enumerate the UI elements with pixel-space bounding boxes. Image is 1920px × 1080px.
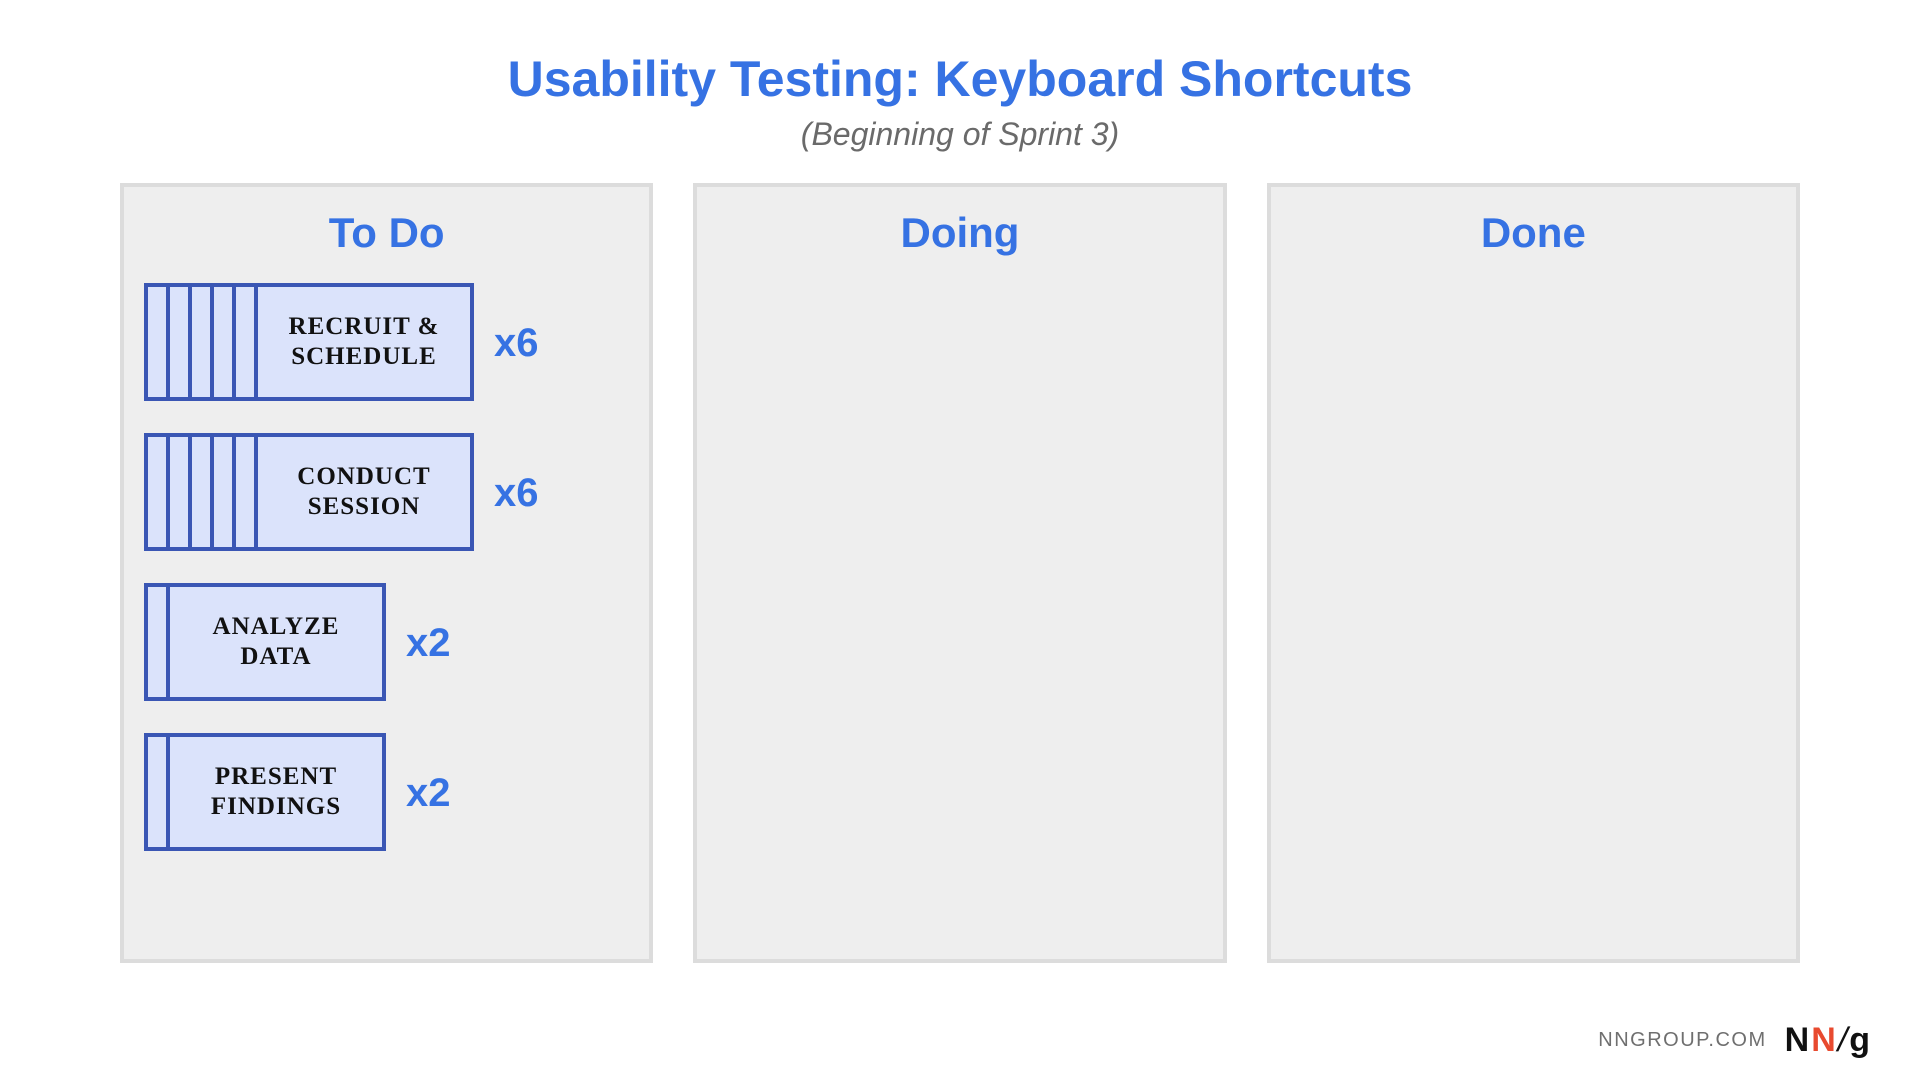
task-row: PRESENT FINDINGS x2 [144, 733, 629, 853]
column-done: Done [1267, 183, 1800, 963]
task-label: PRESENT FINDINGS [211, 762, 341, 822]
task-label: ANALYZE DATA [213, 612, 340, 672]
task-row: CONDUCT SESSION x6 [144, 433, 629, 553]
kanban-board: To Do RECRUIT & SCHEDULEx6CONDUCT SESSIO… [60, 183, 1860, 963]
task-label: CONDUCT SESSION [297, 462, 430, 522]
column-title: Doing [717, 209, 1202, 257]
logo-n1: N [1785, 1021, 1810, 1060]
card-stack[interactable]: CONDUCT SESSION [144, 433, 474, 553]
nng-logo: N N / g [1785, 1021, 1870, 1060]
logo-g: g [1849, 1021, 1870, 1060]
column-doing: Doing [693, 183, 1226, 963]
footer-url: NNGROUP.COM [1598, 1029, 1766, 1052]
column-title: Done [1291, 209, 1776, 257]
footer: NNGROUP.COM N N / g [1598, 1021, 1870, 1060]
column-todo: To Do RECRUIT & SCHEDULEx6CONDUCT SESSIO… [120, 183, 653, 963]
logo-n2: N [1811, 1021, 1836, 1060]
page-title: Usability Testing: Keyboard Shortcuts [60, 50, 1860, 108]
task-row: RECRUIT & SCHEDULE x6 [144, 283, 629, 403]
page-subtitle: (Beginning of Sprint 3) [60, 116, 1860, 153]
task-card-top[interactable]: PRESENT FINDINGS [166, 733, 386, 851]
task-card-top[interactable]: CONDUCT SESSION [254, 433, 474, 551]
task-count: x2 [406, 621, 451, 666]
task-row: ANALYZE DATA x2 [144, 583, 629, 703]
card-stack[interactable]: PRESENT FINDINGS [144, 733, 386, 853]
task-count: x2 [406, 771, 451, 816]
task-label: RECRUIT & SCHEDULE [289, 312, 440, 372]
column-title: To Do [144, 209, 629, 257]
task-count: x6 [494, 321, 539, 366]
card-stack[interactable]: RECRUIT & SCHEDULE [144, 283, 474, 403]
card-stack[interactable]: ANALYZE DATA [144, 583, 386, 703]
task-card-top[interactable]: ANALYZE DATA [166, 583, 386, 701]
task-count: x6 [494, 471, 539, 516]
task-card-top[interactable]: RECRUIT & SCHEDULE [254, 283, 474, 401]
